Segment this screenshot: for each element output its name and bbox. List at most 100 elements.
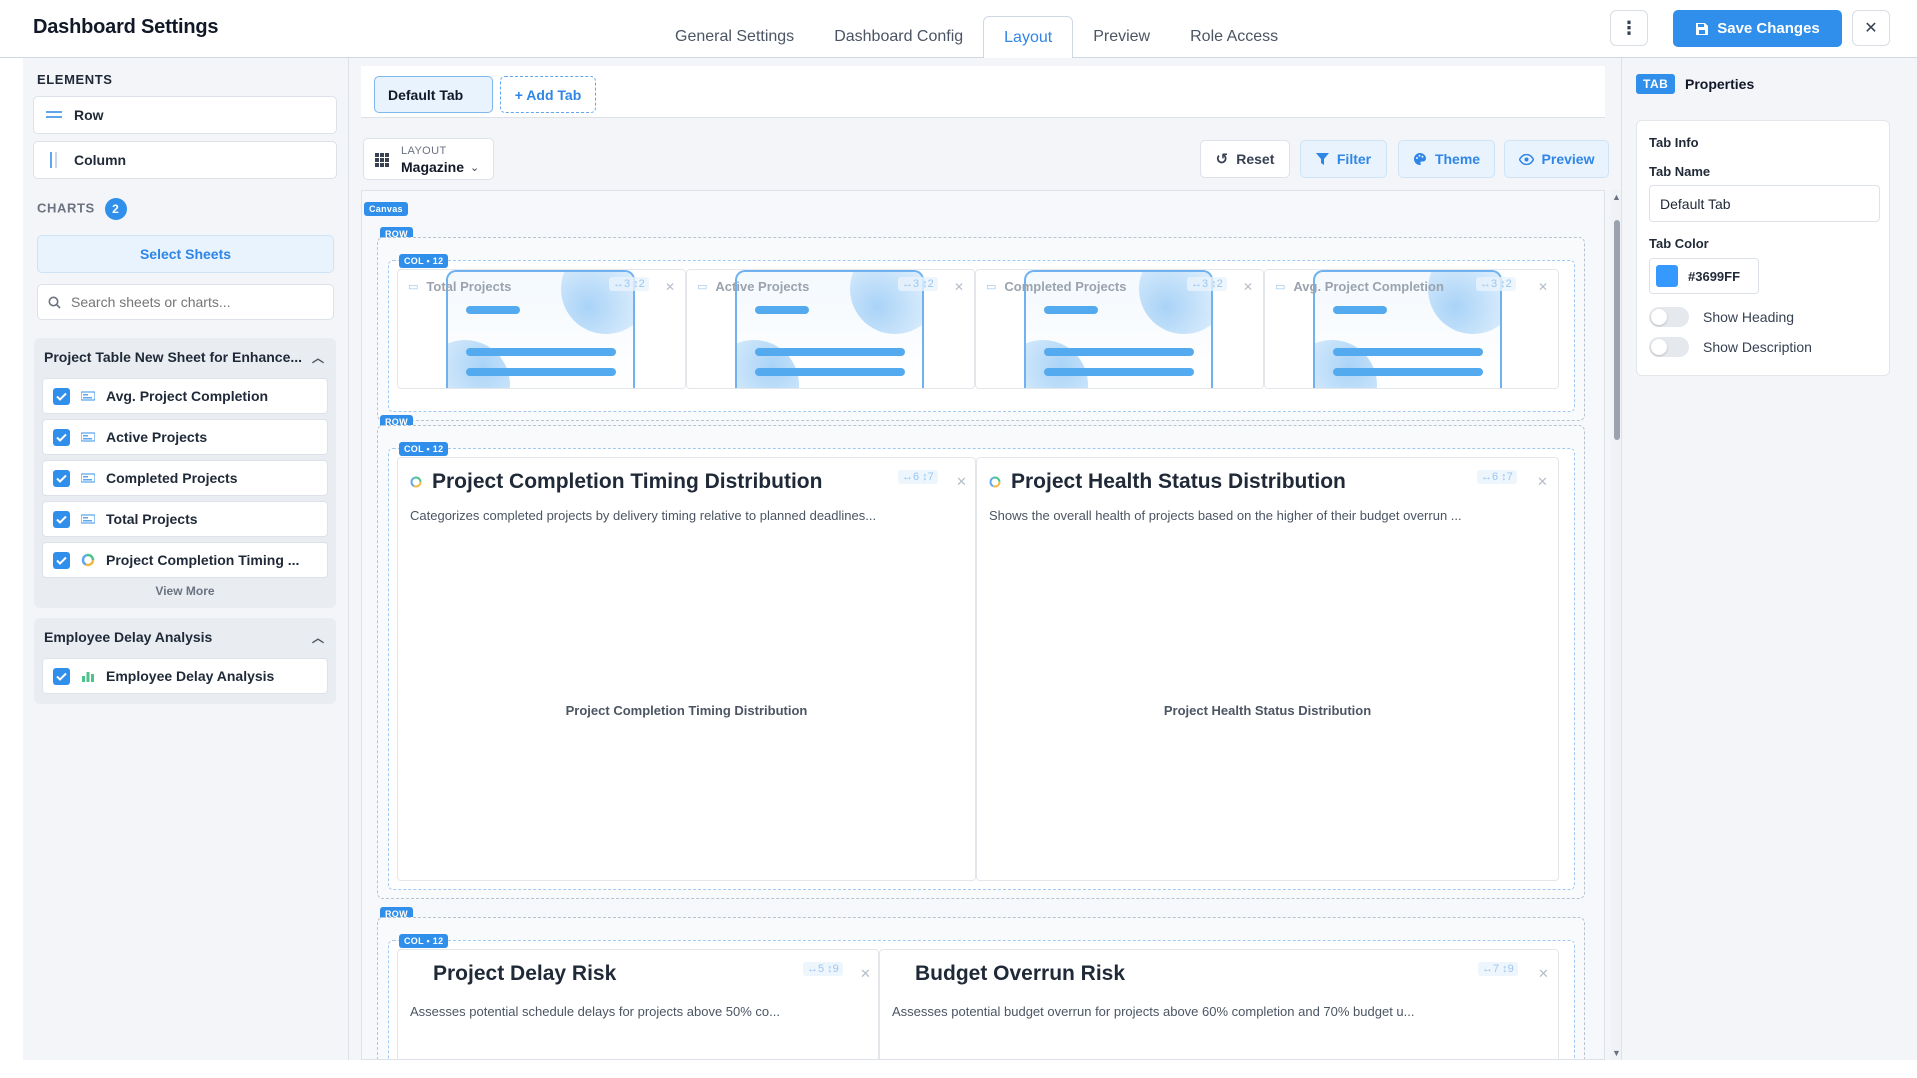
sheet-group-header[interactable]: Project Table New Sheet for Enhance... ︿: [34, 338, 336, 376]
scroll-up-icon[interactable]: ▲: [1612, 192, 1621, 202]
close-icon: ✕: [1864, 20, 1878, 37]
layout-column[interactable]: COL • 12 Project Completion Timing Distr…: [388, 442, 1575, 890]
kpi-icon: [81, 514, 95, 524]
tab-name-label: Tab Name: [1649, 164, 1711, 179]
view-more-link[interactable]: View More: [34, 584, 336, 598]
remove-icon[interactable]: ✕: [860, 966, 871, 982]
sheet-item[interactable]: Active Projects: [42, 419, 328, 455]
page-title: Dashboard Settings: [33, 16, 219, 38]
tab-preview[interactable]: Preview: [1073, 16, 1170, 58]
checkbox-checked-icon[interactable]: [53, 510, 70, 528]
tab-info-card: Tab Info Tab Name Tab Color #3699FF Show…: [1636, 120, 1890, 376]
sheet-group-title: Project Table New Sheet for Enhance...: [44, 349, 303, 365]
tab-color-picker[interactable]: #3699FF: [1649, 258, 1759, 294]
tab-layout[interactable]: Layout: [983, 16, 1074, 59]
kpi-card-avg-project-completion[interactable]: ▭ Avg. Project Completion ↔3 ↕2 ✕: [1264, 269, 1559, 389]
element-row-label: Row: [74, 107, 104, 123]
kpi-icon: [81, 432, 95, 442]
checkbox-checked-icon[interactable]: [53, 667, 70, 685]
preview-button[interactable]: Preview: [1504, 140, 1609, 178]
kpi-card-active-projects[interactable]: ▭ Active Projects ↔3 ↕2 ✕: [686, 269, 975, 389]
close-button[interactable]: ✕: [1852, 10, 1890, 46]
layout-column[interactable]: COL • 12 ▭ Total Projects ↔3 ↕2 ✕ ▭ Active…: [388, 254, 1575, 412]
search-sheets-field[interactable]: [37, 284, 334, 320]
properties-title: Properties: [1685, 76, 1755, 92]
size-chip: ↔3 ↕2: [1187, 277, 1227, 291]
chart-card-health-status[interactable]: Project Health Status Distribution ↔6 ↕7…: [976, 457, 1559, 881]
scroll-down-icon[interactable]: ▼: [1612, 1048, 1621, 1058]
show-description-toggle[interactable]: [1649, 337, 1689, 357]
vertical-dots-icon: ⋮: [1620, 17, 1638, 38]
layout-select[interactable]: LAYOUT Magazine ⌄: [363, 138, 494, 180]
charts-heading: CHARTS 2: [37, 198, 127, 220]
checkbox-checked-icon[interactable]: [53, 469, 70, 487]
remove-icon[interactable]: ✕: [954, 280, 964, 294]
sheet-item[interactable]: Total Projects: [42, 501, 328, 537]
sheet-item[interactable]: Avg. Project Completion: [42, 378, 328, 414]
kpi-card-title: ▭ Completed Projects: [986, 279, 1127, 294]
filter-button[interactable]: Filter: [1300, 140, 1387, 178]
remove-icon[interactable]: ✕: [665, 280, 675, 294]
save-changes-label: Save Changes: [1717, 20, 1820, 37]
theme-button[interactable]: Theme: [1398, 140, 1495, 178]
donut-icon: [81, 553, 95, 567]
dashboard-tab-bar: Default Tab + Add Tab: [361, 66, 1605, 118]
kpi-icon: ▭: [1275, 281, 1286, 293]
save-changes-button[interactable]: Save Changes: [1673, 10, 1842, 47]
checkbox-checked-icon[interactable]: [53, 428, 70, 446]
layout-row[interactable]: COL • 12 Project Completion Timing Distr…: [377, 425, 1585, 899]
remove-icon[interactable]: ✕: [1537, 474, 1548, 490]
search-icon: [48, 296, 61, 309]
row-icon: [46, 111, 62, 118]
element-column[interactable]: Column: [33, 141, 337, 179]
preview-label: Preview: [1541, 151, 1595, 167]
chart-card-budget-overrun[interactable]: Budget Overrun Risk ↔7 ↕9 ✕ Assesses pot…: [879, 949, 1559, 1059]
sheet-item[interactable]: Project Completion Timing ...: [42, 542, 328, 578]
show-heading-toggle[interactable]: [1649, 307, 1689, 327]
search-input[interactable]: [71, 294, 331, 310]
layout-editor: Default Tab + Add Tab LAYOUT Magazine ⌄ …: [349, 58, 1623, 1060]
remove-icon[interactable]: ✕: [1538, 966, 1549, 982]
checkbox-checked-icon[interactable]: [53, 551, 70, 569]
layout-column[interactable]: COL • 12 Project Delay Risk ↔5 ↕9 ✕ Asse…: [388, 934, 1575, 1059]
add-tab-button[interactable]: + Add Tab: [500, 76, 596, 113]
kpi-icon: ▭: [697, 281, 708, 293]
element-row[interactable]: Row: [33, 96, 337, 134]
dashboard-tab-default[interactable]: Default Tab: [374, 76, 493, 113]
color-swatch[interactable]: [1656, 265, 1678, 287]
donut-icon: [989, 476, 1001, 488]
tab-general-settings[interactable]: General Settings: [655, 16, 814, 58]
show-heading-row: Show Heading: [1649, 307, 1794, 327]
sheet-group-project-table: Project Table New Sheet for Enhance... ︿…: [34, 338, 336, 608]
undo-icon: ↺: [1215, 151, 1229, 168]
select-sheets-button[interactable]: Select Sheets: [37, 235, 334, 273]
checkbox-checked-icon[interactable]: [53, 387, 70, 405]
tab-role-access[interactable]: Role Access: [1170, 16, 1298, 58]
chart-card-description: Assesses potential schedule delays for p…: [410, 1004, 780, 1019]
app-root: Dashboard Settings General Settings Dash…: [0, 0, 1917, 1078]
chart-card-delay-risk[interactable]: Project Delay Risk ↔5 ↕9 ✕ Assesses pote…: [397, 949, 879, 1059]
tab-dashboard-config[interactable]: Dashboard Config: [814, 16, 983, 58]
chart-card-completion-timing[interactable]: Project Completion Timing Distribution ↔…: [397, 457, 976, 881]
sheet-item[interactable]: Completed Projects: [42, 460, 328, 496]
chart-card-title-text: Project Completion Timing Distribution: [432, 470, 823, 493]
tab-name-input[interactable]: [1649, 185, 1880, 222]
sheet-group-title: Employee Delay Analysis: [44, 629, 213, 645]
chart-card-description: Categorizes completed projects by delive…: [410, 508, 877, 523]
remove-icon[interactable]: ✕: [956, 474, 967, 490]
sheet-item[interactable]: Employee Delay Analysis: [42, 658, 328, 694]
kpi-card-total-projects[interactable]: ▭ Total Projects ↔3 ↕2 ✕: [397, 269, 686, 389]
more-options-button[interactable]: ⋮: [1610, 10, 1648, 46]
remove-icon[interactable]: ✕: [1243, 280, 1253, 294]
scroll-thumb[interactable]: [1614, 220, 1620, 440]
sheet-group-header[interactable]: Employee Delay Analysis ︿: [34, 618, 336, 656]
layout-row[interactable]: COL • 12 ▭ Total Projects ↔3 ↕2 ✕ ▭ Active…: [377, 237, 1585, 421]
layout-row[interactable]: COL • 12 Project Delay Risk ↔5 ↕9 ✕ Asse…: [377, 917, 1585, 1059]
kpi-icon: [81, 391, 95, 401]
remove-icon[interactable]: ✕: [1538, 280, 1548, 294]
chart-placeholder: Project Health Status Distribution: [1163, 703, 1372, 718]
kpi-card-completed-projects[interactable]: ▭ Completed Projects ↔3 ↕2 ✕: [975, 269, 1264, 389]
properties-panel: TAB Properties Tab Info Tab Name Tab Col…: [1621, 58, 1917, 1060]
reset-button[interactable]: ↺ Reset: [1200, 140, 1290, 178]
tab-info-heading: Tab Info: [1649, 135, 1699, 150]
